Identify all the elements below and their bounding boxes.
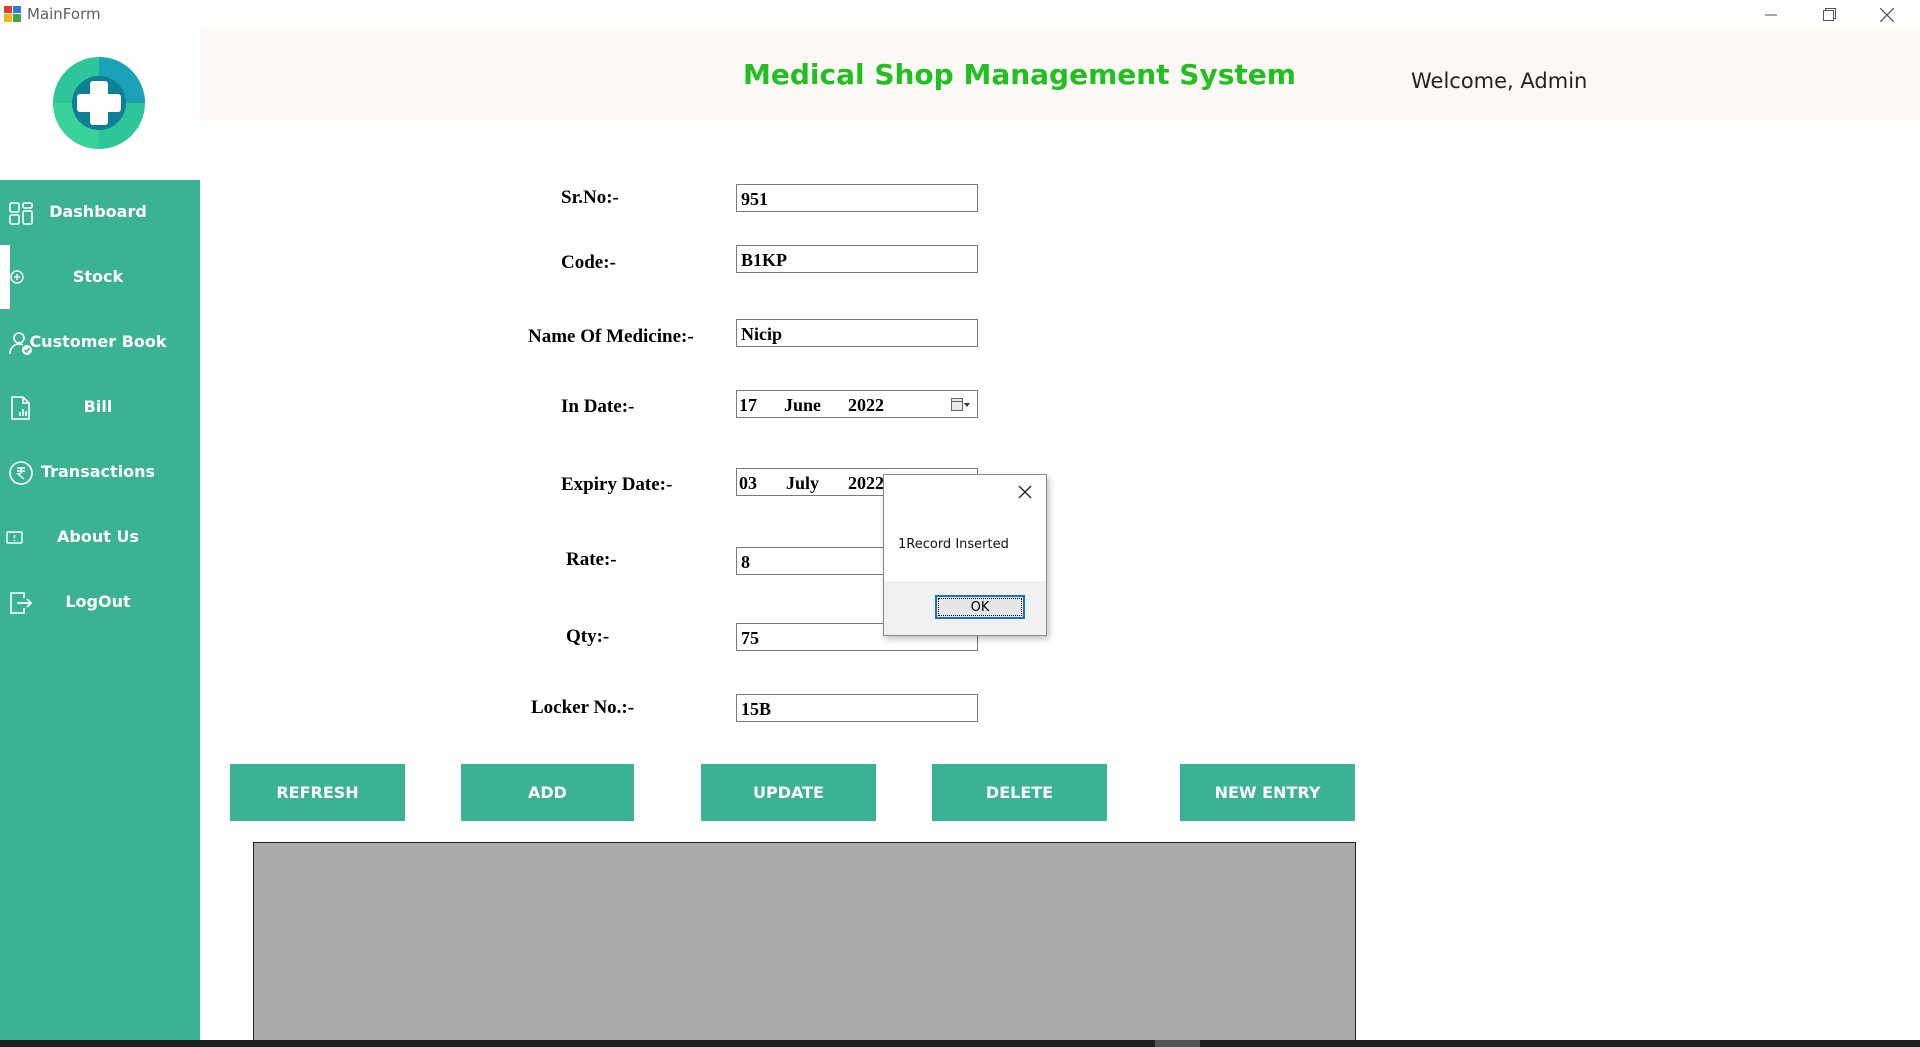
sidebar-item-label: About Us [57,527,139,546]
sidebar-item-label: Dashboard [49,202,147,221]
sidebar-item-about-us[interactable]: About Us [0,505,200,570]
close-icon [1880,7,1894,22]
sidebar-item-label: Customer Book [29,332,167,351]
message-dialog: 1Record Inserted OK [883,474,1047,636]
in-date-day: 17 [739,395,757,415]
in-date-picker[interactable]: 17 June 2022 [736,390,978,418]
sidebar-item-stock[interactable]: Stock [0,245,200,310]
minimize-button[interactable] [1742,0,1800,29]
rate-label: Rate:- [566,549,617,570]
delete-button[interactable]: DELETE [932,764,1107,821]
medicine-name-field[interactable]: Nicip [736,319,978,347]
in-date-label: In Date:- [561,396,635,417]
bottom-strip [0,1040,1920,1047]
sidebar-item-label: LogOut [65,592,131,611]
page-title: Medical Shop Management System [743,58,1296,91]
stock-data-grid[interactable] [253,842,1356,1047]
restore-icon [1822,8,1836,21]
expiry-date-day: 03 [739,473,757,493]
sidebar-item-label: Stock [72,267,124,286]
expiry-date-year: 2022 [848,473,884,493]
qty-label: Qty:- [566,626,610,647]
sidebar-item-customer-book[interactable]: Customer Book [0,310,200,375]
sidebar-item-label: Transactions [40,462,156,481]
sidebar: Dashboard Stock Customer Book Bill Trans… [0,180,200,1047]
sidebar-item-logout[interactable]: LogOut [0,570,200,635]
sidebar-item-bill[interactable]: Bill [0,375,200,440]
active-item-indicator [0,245,10,309]
medicine-name-label: Name Of Medicine:- [528,326,694,347]
update-button[interactable]: UPDATE [701,764,876,821]
locker-field[interactable]: 15B [736,694,978,722]
expiry-date-month: July [786,473,820,493]
srno-label: Sr.No:- [561,187,619,208]
code-label: Code:- [561,252,616,273]
window-title: MainForm [27,5,101,23]
medical-cross-logo [53,57,145,149]
dialog-close-icon[interactable] [1016,483,1034,501]
window-titlebar [0,0,1920,29]
restore-button[interactable] [1800,0,1858,29]
dialog-message: 1Record Inserted [898,537,1009,552]
refresh-button[interactable]: REFRESH [230,764,405,821]
srno-field[interactable]: 951 [736,184,978,212]
sidebar-item-label: Bill [83,397,113,416]
scroll-thumb[interactable] [1155,1040,1200,1047]
ok-button[interactable]: OK [935,595,1025,619]
in-date-month: June [784,395,822,415]
app-icon [4,6,21,22]
close-window-button[interactable] [1858,0,1916,29]
code-field[interactable]: B1KP [736,245,978,273]
sidebar-item-transactions[interactable]: Transactions [0,440,200,505]
new-entry-button[interactable]: NEW ENTRY [1180,764,1355,821]
calendar-dropdown-icon[interactable] [951,398,971,412]
in-date-year: 2022 [848,395,884,415]
sidebar-item-dashboard[interactable]: Dashboard [0,180,200,245]
expiry-date-label: Expiry Date:- [561,474,673,495]
minimize-icon [1765,14,1777,15]
add-button[interactable]: ADD [461,764,634,821]
locker-label: Locker No.:- [531,697,635,718]
logo-area [0,29,200,180]
welcome-text: Welcome, Admin [1411,69,1588,93]
